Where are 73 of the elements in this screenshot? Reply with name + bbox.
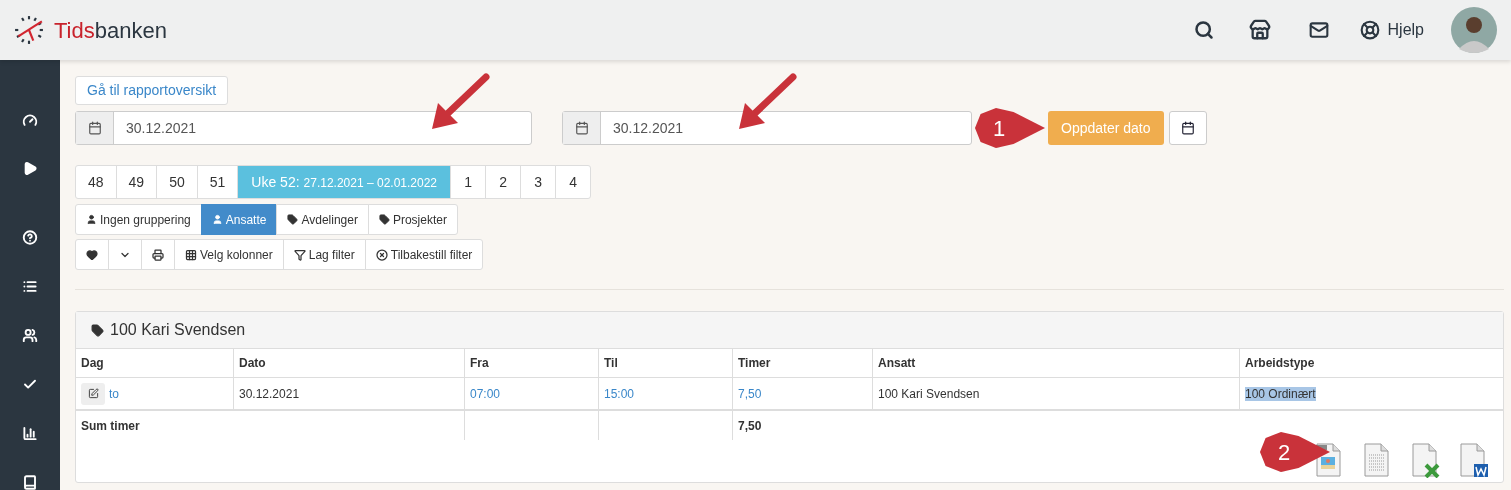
sum-label: Sum timer — [81, 417, 140, 435]
grouping-button[interactable]: Ingen gruppering — [75, 204, 202, 235]
table-cell: 100 Kari Svendsen — [878, 387, 980, 401]
brand-name: Tidsbanken — [54, 16, 167, 45]
column-header: Dato — [233, 349, 464, 377]
logo-icon — [14, 15, 44, 45]
annotation-arrow — [430, 73, 490, 131]
week-button[interactable]: 2 — [485, 165, 522, 199]
grouping-button[interactable]: Avdelinger — [276, 204, 369, 235]
week-button[interactable]: 49 — [115, 165, 158, 199]
table-cell[interactable]: to — [109, 384, 119, 403]
calendar-icon — [87, 121, 102, 135]
calendar-icon — [574, 121, 589, 135]
toolbar-button[interactable]: Tilbakestill filter — [364, 239, 484, 270]
week-button[interactable]: 3 — [520, 165, 557, 199]
table-cell[interactable]: 07:00 — [470, 387, 501, 401]
week-button[interactable]: 4 — [555, 165, 592, 199]
document-file-icon[interactable] — [1458, 443, 1489, 478]
lifebuoy-icon — [1359, 20, 1380, 40]
filter-icon — [293, 248, 306, 261]
week-button[interactable]: 51 — [196, 165, 239, 199]
spreadsheet-file-icon[interactable] — [1410, 443, 1441, 478]
close-circle-icon — [375, 248, 388, 261]
column-header: Fra — [464, 349, 598, 377]
tag-icon — [378, 214, 390, 225]
table-cell[interactable]: 15:00 — [604, 387, 635, 401]
printer-icon — [152, 248, 164, 261]
avatar[interactable] — [1451, 7, 1497, 53]
users-icon[interactable] — [22, 328, 38, 343]
bar-chart-icon[interactable] — [22, 426, 38, 441]
store-icon[interactable] — [1247, 19, 1272, 41]
callout-marker: 1 — [975, 108, 1045, 148]
panel-title: 100 Kari Svendsen — [110, 320, 246, 340]
grouping-button[interactable]: Prosjekter — [367, 204, 458, 235]
week-button[interactable]: 1 — [450, 165, 487, 199]
search-icon[interactable] — [1193, 20, 1214, 40]
edit-button[interactable] — [81, 382, 105, 405]
sum-value: 7,50 — [738, 417, 762, 435]
mail-icon[interactable] — [1307, 20, 1330, 40]
heart-button[interactable] — [75, 239, 109, 270]
table-cell: 30.12.2021 — [239, 387, 300, 401]
column-header: Arbeidstype — [1239, 349, 1503, 377]
column-header: Dag — [80, 355, 105, 372]
play-icon[interactable] — [22, 161, 38, 176]
calendar-icon — [1180, 121, 1195, 135]
grouping-button[interactable]: Ansatte — [200, 204, 278, 235]
column-header: Timer — [732, 349, 872, 377]
gauge-icon[interactable] — [22, 113, 38, 128]
edit-icon — [87, 388, 99, 399]
column-header: Til — [598, 349, 732, 377]
date-field[interactable]: 30.12.2021 — [75, 111, 532, 145]
book-icon[interactable] — [22, 475, 38, 490]
tag-icon — [91, 323, 104, 337]
toolbar-button[interactable]: Velg kolonner — [174, 239, 284, 270]
heart-icon — [86, 248, 98, 261]
date-field[interactable]: 30.12.2021 — [562, 111, 972, 145]
user-icon — [86, 214, 97, 225]
user-icon — [211, 214, 223, 225]
table-cell[interactable]: 7,50 — [738, 387, 762, 401]
table-cell: 100 Ordinært — [1245, 387, 1316, 401]
toolbar-button[interactable]: Lag filter — [282, 239, 366, 270]
calendar-button[interactable] — [1168, 111, 1207, 145]
annotation-arrow — [737, 73, 797, 131]
printer-button[interactable] — [141, 239, 175, 270]
help-icon[interactable] — [22, 230, 38, 245]
list-icon[interactable] — [22, 279, 38, 294]
week-button[interactable]: 48 — [75, 165, 117, 199]
grid-icon — [185, 248, 197, 261]
tag-icon — [287, 214, 299, 225]
help-link[interactable]: Hjelp — [1359, 18, 1424, 42]
column-header: Ansatt — [872, 349, 1239, 377]
report-overview-button[interactable]: Gå til rapportoversikt — [75, 76, 229, 105]
week-button[interactable]: 50 — [156, 165, 198, 199]
